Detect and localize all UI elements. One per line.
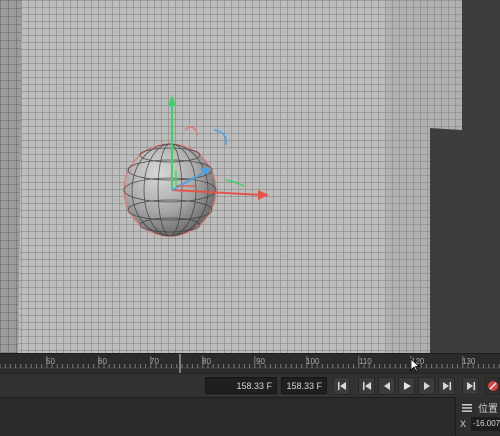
go-to-start-icon — [337, 382, 346, 390]
x-axis-label: X — [460, 419, 467, 429]
record-icon — [487, 381, 498, 391]
previous-frame-button[interactable] — [378, 377, 395, 395]
next-frame-icon — [423, 382, 430, 390]
previous-key-button[interactable] — [358, 377, 375, 395]
go-to-start-button[interactable] — [333, 377, 350, 395]
next-key-button[interactable] — [438, 377, 455, 395]
ruler-label: 110 — [359, 357, 372, 366]
play-button[interactable] — [398, 377, 415, 395]
go-to-end-icon — [466, 382, 475, 390]
next-frame-button[interactable] — [418, 377, 435, 395]
record-button[interactable] — [485, 377, 500, 395]
position-x-field[interactable]: -16.007 cm — [471, 417, 500, 431]
end-frame-field[interactable]: 158.33 F — [281, 377, 327, 394]
attribute-panel: 位置 X -16.007 cm — [455, 397, 500, 435]
current-frame-field[interactable]: 158.33 F — [205, 377, 277, 394]
ruler-label: 80 — [202, 357, 211, 366]
ruler-label: 70 — [150, 357, 159, 366]
viewport-canvas[interactable] — [0, 0, 500, 353]
next-key-icon — [442, 382, 451, 390]
play-icon — [403, 382, 411, 390]
3d-viewport[interactable] — [0, 0, 500, 353]
previous-key-icon — [362, 382, 371, 390]
previous-frame-icon — [383, 382, 390, 390]
go-to-end-button[interactable] — [462, 377, 479, 395]
timeline-ruler[interactable]: 50 60 70 80 90 100 110 120 130 — [0, 353, 500, 374]
ruler-label: 50 — [46, 357, 55, 366]
ruler-ticks — [0, 354, 500, 374]
position-section-title: 位置 — [478, 404, 498, 415]
ruler-label: 100 — [306, 357, 320, 366]
playback-controls: 158.33 F 158.33 F — [0, 373, 500, 398]
mouse-cursor-icon — [410, 358, 420, 372]
ruler-label: 130 — [462, 357, 476, 366]
ruler-label: 60 — [98, 357, 107, 366]
menu-icon[interactable] — [461, 402, 473, 414]
sphere-object[interactable] — [123, 143, 217, 237]
ruler-label: 90 — [256, 357, 265, 366]
bottom-panel — [0, 397, 500, 436]
